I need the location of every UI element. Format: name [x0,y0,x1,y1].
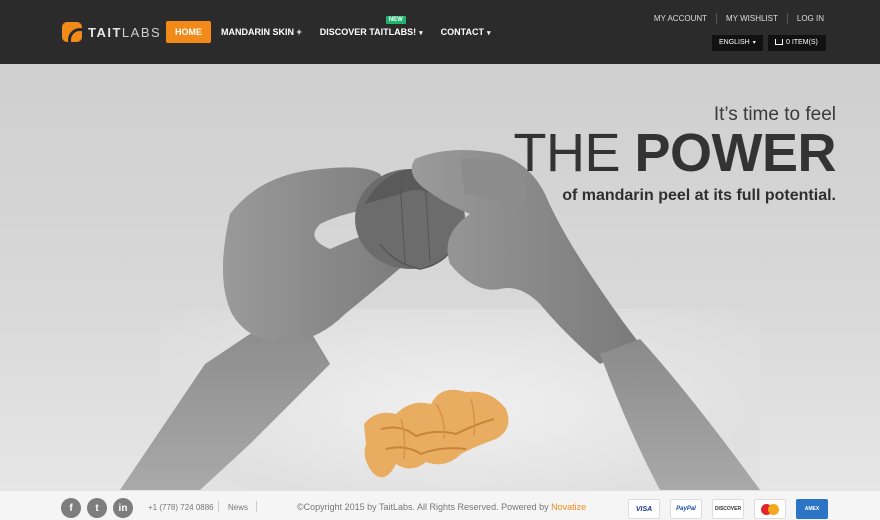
hero-subtitle: of mandarin peel at its full potential. [562,187,836,204]
chevron-down-icon: ▾ [419,30,423,37]
paypal-icon: PayPal [670,499,702,519]
nav-discover-label: DISCOVER TAITLABS! [319,27,417,37]
cart-icon [775,39,783,45]
linkedin-icon[interactable]: in [113,498,133,518]
mastercard-icon [754,499,786,519]
mandarin-peel-image [364,389,509,478]
amex-icon: AMEX [796,499,828,519]
site-footer: f t in +1 (778) 724 0886 News ©Copyright… [0,490,880,520]
my-wishlist-link[interactable]: MY WISHLIST [716,13,787,24]
main-nav: HOME MANDARIN SKIN + DISCOVER TAITLABS! ▾… [166,16,500,43]
logo-icon [62,22,82,42]
hero-banner: It’s time to feel THE POWER of mandarin … [0,64,880,490]
nav-contact-label: CONTACT [440,27,484,37]
cart-count: 0 ITEM(S) [786,39,818,46]
discover-icon: DISCOVER [712,499,744,519]
nav-discover-taitlabs[interactable]: DISCOVER TAITLABS! ▾ NEW [311,16,432,43]
payment-methods: VISA PayPal DISCOVER AMEX [628,499,828,519]
news-link[interactable]: News [228,503,248,512]
facebook-icon[interactable]: f [61,498,81,518]
nav-contact[interactable]: CONTACT ▾ [432,21,500,43]
social-links: f t in [61,498,133,518]
new-badge: NEW [385,16,406,24]
account-links: MY ACCOUNT MY WISHLIST LOG IN [645,13,824,24]
novatize-link[interactable]: Novatize [551,502,586,512]
visa-icon: VISA [628,499,660,519]
cart-button[interactable]: 0 ITEM(S) [768,35,826,51]
nav-mandarin-skin[interactable]: MANDARIN SKIN + [212,21,311,43]
chevron-down-icon: ▾ [752,40,756,46]
chevron-down-icon: ▾ [486,30,491,37]
twitter-icon[interactable]: t [87,498,107,518]
logo-text: TAITLABS [88,24,162,40]
my-account-link[interactable]: MY ACCOUNT [645,13,716,24]
divider [256,501,257,512]
hero-title-bold: POWER [634,123,836,183]
site-header: TAITLABS HOME MANDARIN SKIN + DISCOVER T… [0,0,880,64]
hero-title: THE POWER [513,122,836,184]
divider [218,501,219,512]
log-in-link[interactable]: LOG IN [786,13,824,24]
copyright-text: ©Copyright 2015 by TaitLabs. All Rights … [297,502,587,512]
language-label: ENGLISH [719,39,750,46]
phone-number: +1 (778) 724 0886 [148,503,214,512]
taitlabs-logo[interactable]: TAITLABS [62,22,161,42]
nav-home[interactable]: HOME [166,21,211,43]
language-select[interactable]: ENGLISH ▾ [712,35,763,51]
hero-title-light: THE [513,123,635,183]
